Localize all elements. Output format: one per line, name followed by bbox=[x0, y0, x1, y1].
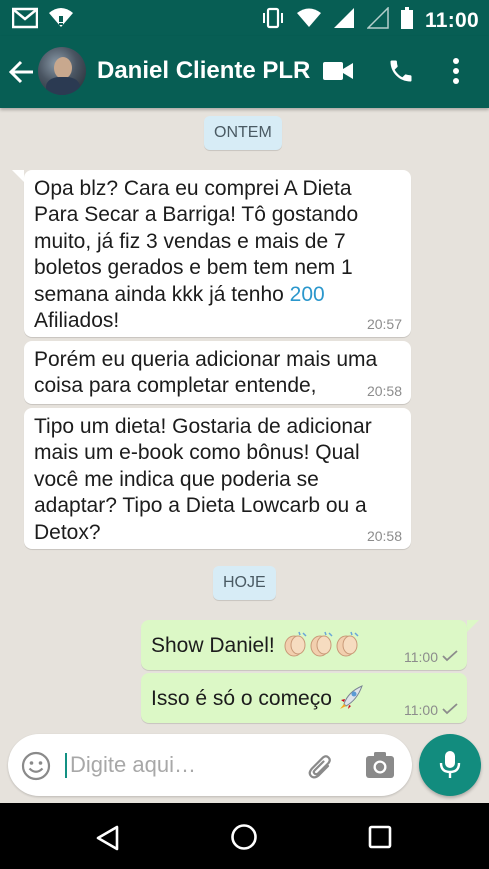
status-time: 11:00 bbox=[424, 8, 479, 32]
message-time: 11:00 bbox=[404, 702, 438, 718]
date-chip-today: HOJE bbox=[213, 566, 276, 600]
camera-icon[interactable] bbox=[365, 751, 395, 784]
message-bubble-incoming[interactable]: Porém eu queria adicionar mais uma coisa… bbox=[24, 341, 411, 404]
message-bubble-outgoing[interactable]: Show Daniel! 11:00 bbox=[141, 620, 467, 670]
clapping-hands-emoji bbox=[307, 631, 333, 657]
avatar[interactable] bbox=[38, 47, 86, 95]
message-time: 20:58 bbox=[366, 383, 402, 399]
message-input[interactable] bbox=[70, 748, 290, 782]
bubble-tail bbox=[12, 170, 24, 182]
clapping-hands-emoji bbox=[281, 631, 307, 657]
nav-home-icon[interactable] bbox=[230, 823, 258, 856]
message-time: 11:00 bbox=[404, 649, 438, 665]
video-call-icon[interactable] bbox=[322, 60, 354, 87]
phone-icon[interactable] bbox=[387, 57, 415, 90]
sent-check-icon bbox=[442, 702, 458, 718]
avatar-body bbox=[46, 77, 80, 95]
chat-header: Daniel Cliente PLR bbox=[0, 36, 489, 108]
message-text-part: Isso é só o começo bbox=[151, 687, 338, 710]
message-text-part: Afiliados! bbox=[34, 309, 120, 333]
signal-icon bbox=[333, 7, 355, 34]
message-meta: 20:58 bbox=[367, 383, 402, 399]
sent-check-icon bbox=[442, 649, 458, 665]
message-composer bbox=[8, 734, 412, 796]
rocket-emoji bbox=[338, 684, 364, 710]
message-text-part: Show Daniel! bbox=[151, 634, 281, 657]
contact-name[interactable]: Daniel Cliente PLR bbox=[97, 57, 310, 85]
signal-empty-icon bbox=[366, 6, 389, 34]
message-text: Opa blz? Cara eu comprei A Dieta Para Se… bbox=[34, 176, 401, 334]
text-cursor bbox=[65, 753, 67, 778]
message-bubble-outgoing[interactable]: Isso é só o começo 11:00 bbox=[141, 673, 467, 723]
more-vert-icon[interactable] bbox=[450, 56, 462, 91]
attach-icon[interactable] bbox=[306, 752, 336, 787]
system-nav-bar bbox=[0, 803, 489, 869]
avatar-face bbox=[54, 57, 72, 79]
status-bar: 11:00 bbox=[0, 0, 489, 36]
wifi-alt-icon bbox=[48, 7, 74, 34]
message-meta: 20:57 bbox=[367, 316, 402, 332]
message-text: Porém eu queria adicionar mais uma coisa… bbox=[34, 348, 378, 398]
mic-button[interactable] bbox=[419, 734, 481, 796]
message-time: 20:58 bbox=[366, 528, 402, 544]
message-link[interactable]: 200 bbox=[290, 283, 325, 306]
message-meta: 11:00 bbox=[404, 649, 458, 665]
nav-recent-icon[interactable] bbox=[368, 825, 392, 854]
gmail-icon bbox=[11, 7, 39, 34]
message-time: 20:57 bbox=[366, 316, 402, 332]
date-chip-yesterday: ONTEM bbox=[204, 116, 282, 150]
message-bubble-incoming[interactable]: Tipo um dieta! Gostaria de adicionar mai… bbox=[24, 408, 411, 549]
vibrate-icon bbox=[261, 7, 285, 34]
mic-icon bbox=[438, 750, 462, 785]
emoji-icon[interactable] bbox=[21, 751, 51, 786]
back-arrow-icon[interactable] bbox=[8, 58, 36, 86]
wifi-icon bbox=[296, 8, 321, 33]
nav-back-icon[interactable] bbox=[95, 825, 121, 856]
message-meta: 11:00 bbox=[404, 702, 458, 718]
clapping-hands-emoji bbox=[333, 631, 359, 657]
bubble-tail bbox=[467, 620, 479, 632]
battery-icon bbox=[400, 7, 413, 34]
message-text: Tipo um dieta! Gostaria de adicionar mai… bbox=[34, 415, 372, 544]
message-bubble-incoming[interactable]: Opa blz? Cara eu comprei A Dieta Para Se… bbox=[24, 170, 411, 337]
message-meta: 20:58 bbox=[367, 528, 402, 544]
